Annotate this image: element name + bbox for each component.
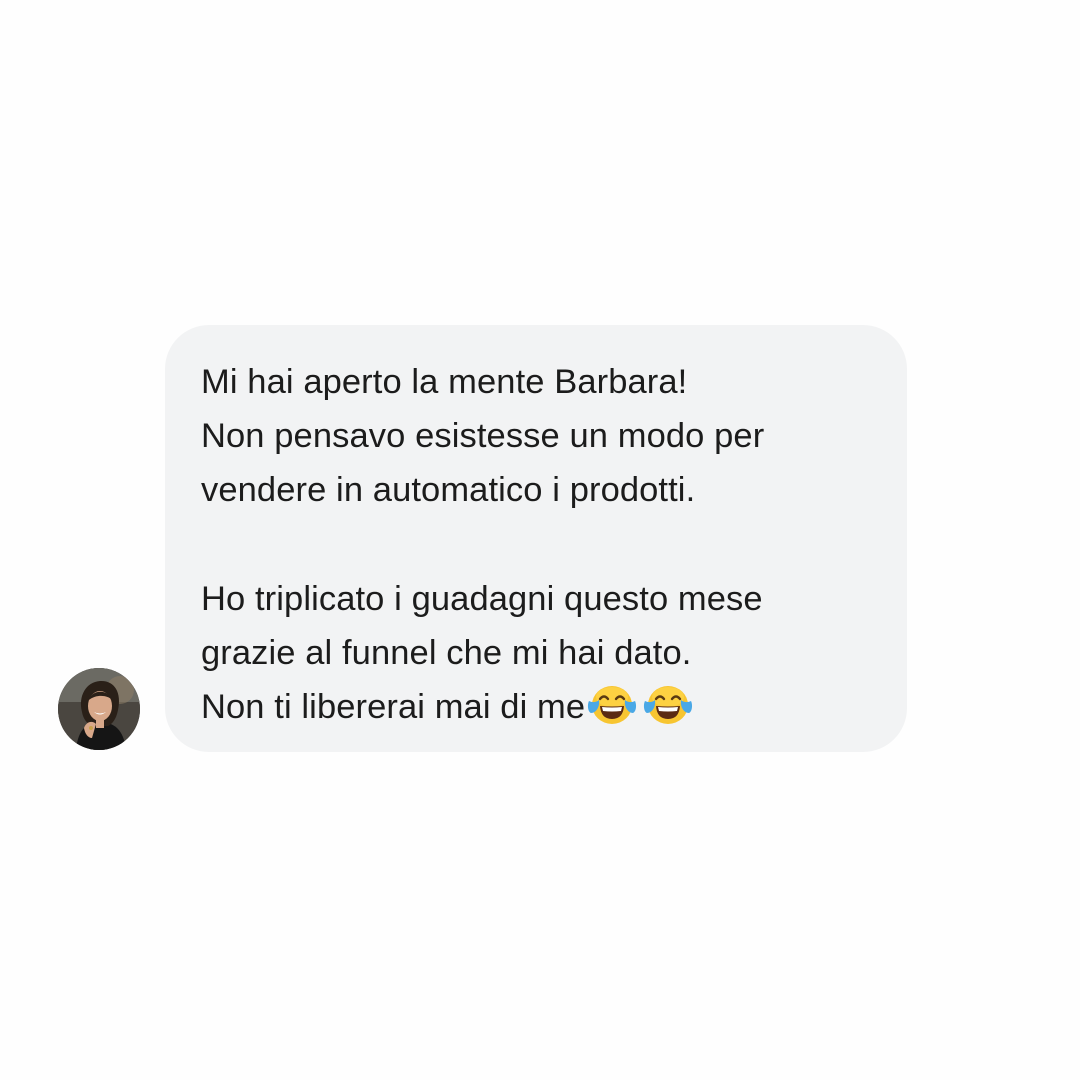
- message-line: Mi hai aperto la mente Barbara!: [201, 363, 688, 401]
- incoming-message-row: Mi hai aperto la mente Barbara! Non pens…: [0, 0, 1080, 1080]
- message-line: Non pensavo esistesse un modo per: [201, 417, 765, 455]
- message-line: vendere in automatico i prodotti.: [201, 471, 696, 509]
- face-with-tears-of-joy-icon: [587, 683, 637, 727]
- sender-avatar[interactable]: [58, 668, 140, 750]
- chat-screen: Mi hai aperto la mente Barbara! Non pens…: [0, 0, 1080, 1080]
- message-line-with-emoji: Non ti libererai mai di me: [201, 680, 871, 734]
- profile-photo-avatar-icon: [58, 668, 140, 750]
- face-with-tears-of-joy-icon: [643, 683, 693, 727]
- message-line: grazie al funnel che mi hai dato.: [201, 634, 692, 672]
- message-line: Ho triplicato i guadagni questo mese: [201, 580, 763, 618]
- message-bubble[interactable]: Mi hai aperto la mente Barbara! Non pens…: [165, 325, 907, 752]
- message-line-text: Non ti libererai mai di me: [201, 688, 586, 726]
- message-text: Mi hai aperto la mente Barbara! Non pens…: [201, 355, 871, 734]
